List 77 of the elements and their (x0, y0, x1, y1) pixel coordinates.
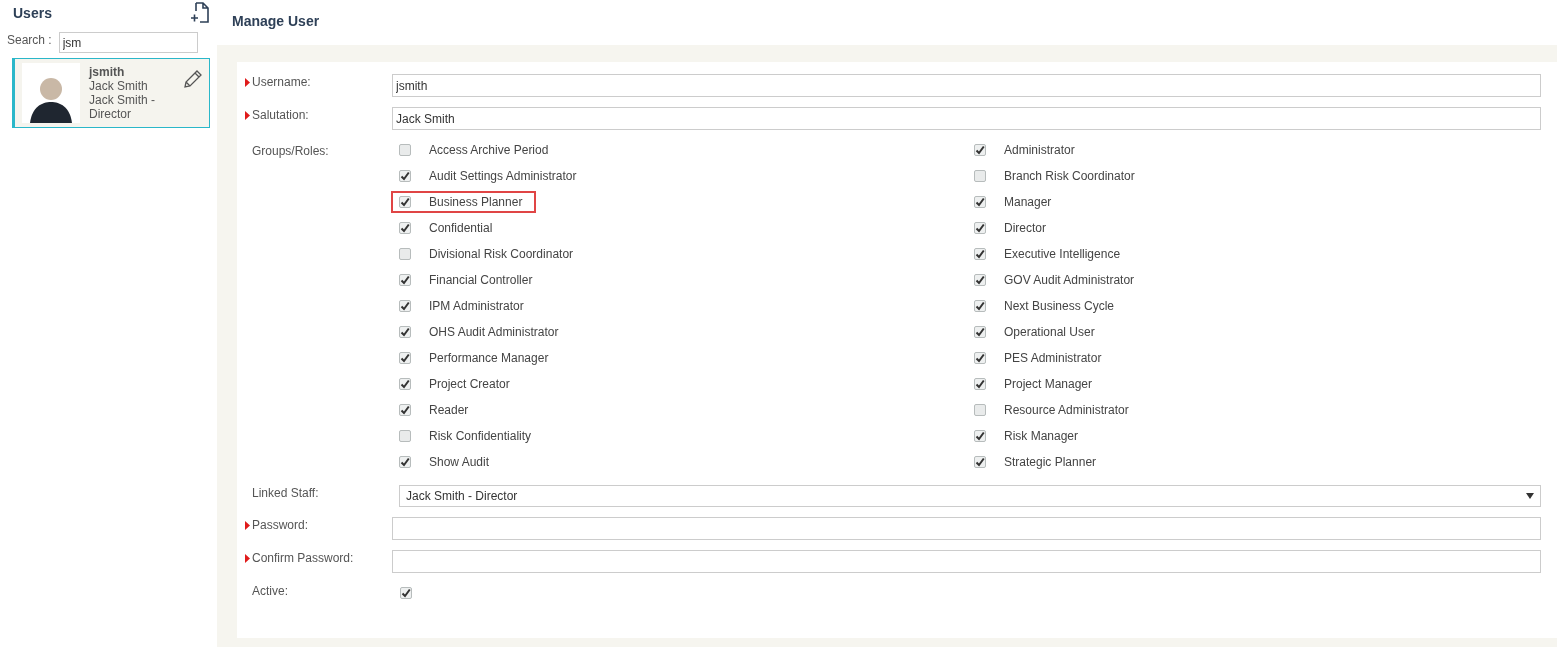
checkbox[interactable] (399, 300, 411, 312)
role-label: GOV Audit Administrator (1004, 273, 1135, 287)
role-label: Reader (429, 403, 469, 417)
checkbox[interactable] (974, 196, 986, 208)
role-label: Audit Settings Administrator (429, 169, 577, 183)
role-label: Strategic Planner (1004, 455, 1097, 469)
field-label: Username: (252, 75, 311, 89)
field-label: Password: (252, 518, 309, 532)
checkbox[interactable] (399, 378, 411, 390)
username-text: jsmith (89, 65, 126, 79)
checkbox[interactable] (400, 587, 412, 599)
field-label: Linked Staff: (252, 486, 319, 500)
checkbox[interactable] (974, 274, 986, 286)
role-label: Director (1004, 221, 1046, 235)
checkbox[interactable] (399, 144, 411, 156)
role-label: Show Audit (429, 455, 490, 469)
checkbox[interactable] (974, 222, 986, 234)
role-label: PES Administrator (1004, 351, 1102, 365)
checkbox[interactable] (974, 300, 986, 312)
checkbox[interactable] (974, 248, 986, 260)
checkbox[interactable] (974, 378, 986, 390)
pencil-icon[interactable] (183, 69, 203, 89)
checkbox[interactable] (399, 196, 411, 208)
checkbox[interactable] (974, 326, 986, 338)
new-user-icon[interactable] (190, 2, 210, 24)
checkbox[interactable] (974, 430, 986, 442)
role-label: Manager (1004, 195, 1052, 209)
role-label: Project Creator (429, 377, 510, 391)
checkbox[interactable] (399, 274, 411, 286)
dropdown[interactable]: Jack Smith - Director (399, 485, 1541, 507)
role-label: Administrator (1004, 143, 1075, 157)
role-label: Divisional Risk Coordinator (429, 247, 574, 261)
password-field[interactable] (392, 550, 1541, 573)
checkbox[interactable] (399, 430, 411, 442)
role-label: IPM Administrator (429, 299, 524, 313)
checkbox[interactable] (399, 456, 411, 468)
page-title: Manage User (231, 12, 321, 31)
checkbox[interactable] (399, 248, 411, 260)
sidebar-title: Users (13, 5, 52, 21)
password-field[interactable] (392, 517, 1541, 540)
role-label: Resource Administrator (1004, 403, 1129, 417)
checkbox[interactable] (399, 326, 411, 338)
user-staff: Jack Smith - Director (89, 93, 156, 121)
role-label: Next Business Cycle (1004, 299, 1115, 313)
role-label: Executive Intelligence (1004, 247, 1121, 261)
checkbox[interactable] (399, 170, 411, 182)
checkbox[interactable] (974, 404, 986, 416)
text-field[interactable]: Jack Smith (392, 107, 1541, 130)
checkbox[interactable] (399, 222, 411, 234)
checkbox[interactable] (974, 144, 986, 156)
role-label: Business Planner (429, 195, 523, 209)
role-label: Access Archive Period (429, 143, 549, 157)
field-label: Salutation: (252, 108, 309, 122)
checkbox[interactable] (974, 170, 986, 182)
field-label: Groups/Roles: (252, 144, 329, 158)
role-label: Operational User (1004, 325, 1095, 339)
search-label: Search : (7, 33, 52, 47)
role-label: Confidential (429, 221, 493, 235)
search-field[interactable]: jsm (58, 32, 198, 53)
role-label: OHS Audit Administrator (429, 325, 559, 339)
checkbox[interactable] (399, 352, 411, 364)
role-label: Risk Confidentiality (429, 429, 532, 443)
avatar-placeholder (22, 63, 80, 123)
field-label: Active: (252, 584, 288, 598)
caret-icon (1526, 493, 1534, 499)
user-card[interactable]: jsmith Jack Smith Jack Smith - Director (12, 58, 210, 128)
role-label: Performance Manager (429, 351, 549, 365)
user-fullname: Jack Smith (89, 79, 149, 93)
role-label: Financial Controller (429, 273, 533, 287)
field-label: Confirm Password: (252, 551, 354, 565)
text-field[interactable]: jsmith (392, 74, 1541, 97)
checkbox[interactable] (399, 404, 411, 416)
role-label: Project Manager (1004, 377, 1093, 391)
checkbox[interactable] (974, 352, 986, 364)
role-label: Branch Risk Coordinator (1004, 169, 1135, 183)
checkbox[interactable] (974, 456, 986, 468)
role-label: Risk Manager (1004, 429, 1079, 443)
